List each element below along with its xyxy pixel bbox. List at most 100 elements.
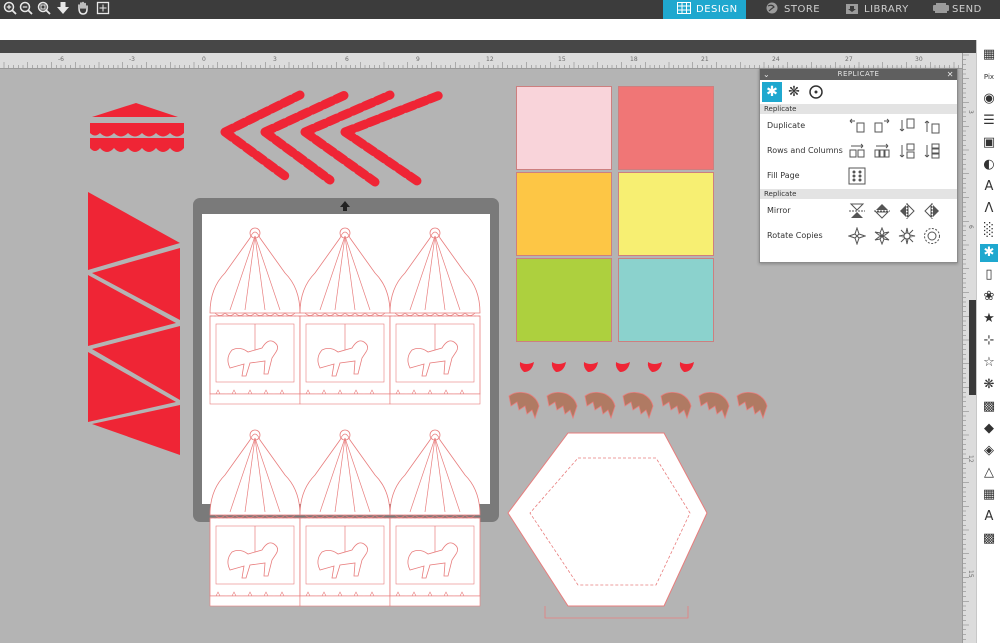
tab-rotate-replicate-icon[interactable] [806,82,826,102]
section-header: Replicate [760,189,957,199]
line-style-icon[interactable]: ☰ [980,112,998,130]
library-icon[interactable]: ▩ [980,398,998,416]
move-down-icon[interactable] [55,1,71,17]
ruler-label: 3 [273,56,277,63]
tab-advanced-replicate-icon[interactable]: ❋ [784,82,804,102]
mirror-below-button[interactable] [848,202,866,220]
align-icon[interactable]: ░ [980,222,998,240]
ruler-label: 30 [915,56,923,63]
sketch-icon[interactable]: ◆ [980,420,998,438]
rotate-6-copies-button[interactable] [898,227,916,245]
tab-library[interactable]: LIBRARY [845,0,925,19]
fill-page-button[interactable] [848,167,866,185]
rotate-4-copies-button[interactable] [873,227,891,245]
fill-page-label: Fill Page [767,171,800,180]
vruler-label: 6 [967,225,974,229]
duplicate-below-button[interactable] [898,117,916,135]
tab-store[interactable]: STORE [765,0,837,19]
color-swatch-green[interactable] [516,258,612,342]
star-shape-icon[interactable]: ☆ [980,354,998,372]
duplicate-left-button[interactable] [848,117,866,135]
rows-columns-grid-button[interactable] [923,142,941,160]
ruler-label: 27 [845,56,853,63]
ruler-label: 0 [202,56,206,63]
fill-page-row: Fill Page [760,164,957,189]
text-path-icon[interactable]: Λ [980,200,998,218]
grid-panel-icon[interactable]: ▦ [980,486,998,504]
color-swatch-teal[interactable] [618,258,714,342]
ruler-label: 6 [345,56,349,63]
vruler-label: 15 [967,570,974,578]
tab-send[interactable]: SEND [933,0,1000,19]
right-panel-toolbar: ▦ Pix ◉ ☰ ▣ ◐ A Λ ░ ✱ ▯ ❀ ★ ⊹ ☆ ❋ ▩ ◆ ◈ △ ▦ A ▩ [976,40,1000,643]
mirror-left-button[interactable] [898,202,916,220]
scallop-roof-shape[interactable] [90,103,184,152]
duplicate-above-button[interactable] [923,117,941,135]
rotate-8-copies-button[interactable] [923,227,941,245]
ruler-label: -3 [129,56,135,63]
color-swatch-yellow[interactable] [618,172,714,256]
red-ear-shapes[interactable] [519,362,694,372]
horse-silhouette-shapes[interactable] [508,391,768,419]
mirror-label: Mirror [767,206,791,215]
mirror-right-button[interactable] [923,202,941,220]
replicate-panel: ⌄ REPLICATE ✕ ✱ ❋ Replicate Duplicate Ro… [759,68,958,263]
offset-icon[interactable]: ❀ [980,288,998,306]
chevron-scallop-strips[interactable] [220,90,445,188]
color-swatch-orange[interactable] [516,172,612,256]
layers-icon[interactable]: ▣ [980,134,998,152]
rotate-2-copies-button[interactable] [848,227,866,245]
close-icon[interactable]: ✕ [947,69,954,80]
horizontal-ruler[interactable]: -6 -3 0 3 6 9 12 15 18 21 24 27 30 [0,53,962,69]
rows-columns-down-button[interactable] [898,142,916,160]
rows-columns-right-button[interactable] [873,142,891,160]
ruler-label: 18 [630,56,638,63]
pixscan-icon[interactable]: Pix [980,68,998,86]
design-ideas-icon[interactable]: ❋ [980,376,998,394]
collapse-chevron-icon[interactable]: ⌄ [763,69,770,80]
duplicate-label: Duplicate [767,121,806,130]
zoom-out-icon[interactable] [18,1,34,17]
ruler-label: 21 [701,56,709,63]
color-swatch-pink[interactable] [516,86,612,170]
text-style-icon[interactable]: A [980,178,998,196]
zoom-in-icon[interactable] [2,1,18,17]
vruler-label: 3 [967,110,974,114]
duplicate-row: Duplicate [760,114,957,139]
point-edit-icon[interactable]: ⊹ [980,332,998,350]
fit-page-icon[interactable] [95,1,111,17]
text-effects-icon[interactable]: A [980,508,998,526]
trace-icon[interactable]: ★ [980,310,998,328]
modify-icon[interactable]: ▯ [980,266,998,284]
design-grid-icon [677,2,691,14]
panel-tabs: ✱ ❋ [760,80,957,104]
hexagon-box-shape[interactable] [507,432,708,619]
triangle-banner-shape[interactable] [88,192,180,455]
ruler-label: 12 [486,56,494,63]
page-setup-icon[interactable]: ▦ [980,46,998,64]
duplicate-right-button[interactable] [873,117,891,135]
fold-icon[interactable]: △ [980,464,998,482]
tab-library-label: LIBRARY [864,4,909,15]
rotate-copies-label: Rotate Copies [767,231,823,240]
send-cutter-icon [933,2,949,14]
pattern-icon[interactable]: ▩ [980,530,998,548]
library-box-icon [845,2,859,14]
rows-columns-label: Rows and Columns [767,146,843,155]
replicate-icon[interactable]: ✱ [980,244,998,262]
zoom-fit-icon[interactable] [36,1,52,17]
quick-access-bar [0,19,1000,40]
pan-hand-icon[interactable] [75,1,91,17]
document-tab-bar [0,40,976,53]
transparency-icon[interactable]: ◐ [980,156,998,174]
vertical-scrollbar[interactable] [969,300,976,395]
tab-design-label: DESIGN [696,4,738,15]
tab-design[interactable]: DESIGN [663,0,746,19]
panel-title-bar[interactable]: ⌄ REPLICATE ✕ [760,69,957,80]
mirror-above-button[interactable] [873,202,891,220]
cube-icon[interactable]: ◈ [980,442,998,460]
rows-columns-left-button[interactable] [848,142,866,160]
fill-icon[interactable]: ◉ [980,90,998,108]
tab-replicate-icon[interactable]: ✱ [762,82,782,102]
color-swatch-coral[interactable] [618,86,714,170]
